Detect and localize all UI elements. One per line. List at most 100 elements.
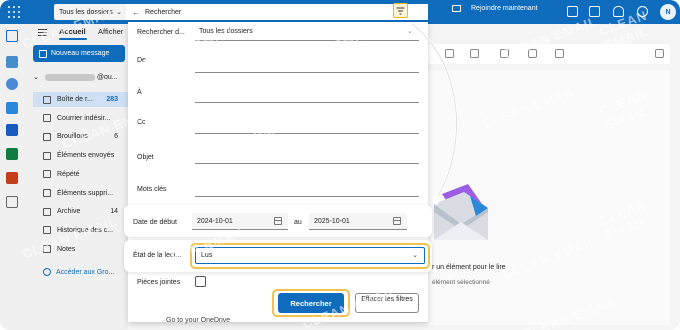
folder-count: 283 xyxy=(106,96,118,103)
archive-icon xyxy=(43,207,51,216)
join-label: Rejoindre maintenant xyxy=(471,5,538,12)
tab-home-underline xyxy=(59,38,87,40)
folder-count: 6 xyxy=(114,133,118,141)
folder-item[interactable]: Boîte de r... 283 xyxy=(33,92,128,107)
search-input[interactable]: ← Rechercher xyxy=(126,4,428,20)
people-icon[interactable] xyxy=(6,78,18,90)
outlook-window: Tous les dossiers ⌄ ← Rechercher Rejoind… xyxy=(0,0,680,330)
join-meeting-button[interactable]: Rejoindre maintenant xyxy=(452,5,538,12)
cc-field[interactable] xyxy=(195,133,419,134)
avatar[interactable]: N xyxy=(660,4,676,20)
cc-label: Cc xyxy=(137,119,146,126)
hamburger-menu-icon[interactable] xyxy=(38,29,47,36)
search-in-select[interactable]: Tous les dossiers xyxy=(199,28,253,35)
reading-pane-message: r un élément pour le lire xyxy=(432,264,506,271)
folder-label: Courrier indésir... xyxy=(57,114,111,122)
gear-icon[interactable] xyxy=(637,6,648,17)
calendar-icon[interactable] xyxy=(274,217,282,225)
mail-icon[interactable] xyxy=(6,30,18,42)
search-button[interactable] xyxy=(412,4,426,18)
groups-icon xyxy=(43,268,51,276)
to-field[interactable] xyxy=(195,102,419,103)
account-header[interactable]: ⌄ @ou... xyxy=(33,73,118,81)
chevron-down-icon: ⌄ xyxy=(412,252,418,259)
folder-label: Éléments suppri... xyxy=(57,189,114,197)
more-options-icon[interactable] xyxy=(655,49,664,58)
date-range-separator: au xyxy=(294,219,302,226)
folder-label: Notes xyxy=(57,245,76,253)
app-launcher-icon[interactable] xyxy=(8,6,20,18)
new-message-label: Nouveau message xyxy=(51,50,110,57)
trash-icon xyxy=(43,189,51,197)
drafts-icon xyxy=(43,132,51,141)
calendar-icon[interactable] xyxy=(393,217,401,225)
app-rail xyxy=(0,24,24,330)
powerpoint-app-icon[interactable] xyxy=(6,172,18,184)
inbox-icon xyxy=(43,95,51,104)
top-bar: Tous les dossiers ⌄ ← Rechercher Rejoind… xyxy=(0,0,680,24)
move-icon[interactable] xyxy=(555,49,564,58)
word-icon[interactable] xyxy=(567,6,578,17)
search-in-label: Rechercher d... xyxy=(137,29,185,36)
excel-app-icon[interactable] xyxy=(6,148,18,160)
reply-icon[interactable] xyxy=(500,49,509,58)
junk-icon xyxy=(43,114,51,123)
access-groups-link[interactable]: Accéder aux Gro... xyxy=(43,268,114,276)
onedrive-link[interactable]: Go to your OneDrive xyxy=(166,317,230,324)
end-date-value: 2025-10-01 xyxy=(314,217,350,225)
back-arrow-icon[interactable]: ← xyxy=(132,8,140,17)
recurring-icon xyxy=(43,170,51,179)
read-state-value: Lus xyxy=(201,252,213,259)
folder-label: Éléments envoyés xyxy=(57,152,115,160)
new-message-button[interactable]: Nouveau message xyxy=(33,45,125,62)
todo-icon[interactable] xyxy=(6,102,18,114)
folder-icon xyxy=(43,226,51,235)
search-placeholder: Rechercher xyxy=(145,8,182,16)
folder-item[interactable]: Courrier indésir... xyxy=(33,111,128,126)
keywords-field[interactable] xyxy=(195,196,419,197)
read-state-label: État de la lect... xyxy=(133,252,182,259)
folder-item[interactable]: Historique des c... xyxy=(33,223,128,238)
keywords-label: Mots clés xyxy=(137,186,167,193)
start-date-field[interactable]: 2024-10-01 xyxy=(192,213,288,230)
subject-label: Objet xyxy=(137,154,154,161)
start-date-value: 2024-10-01 xyxy=(197,217,233,225)
folder-item[interactable]: Archive 14 xyxy=(33,204,128,219)
folder-label: Archive xyxy=(57,208,81,216)
note-icon[interactable] xyxy=(589,6,600,17)
folder-item[interactable]: Répété xyxy=(33,167,128,182)
folder-item[interactable]: Éléments suppri... xyxy=(33,186,128,201)
more-apps-icon[interactable] xyxy=(6,196,18,208)
calendar-icon[interactable] xyxy=(6,56,18,68)
start-date-label: Date de début xyxy=(133,219,177,226)
delete-icon[interactable] xyxy=(445,49,454,58)
word-app-icon[interactable] xyxy=(6,124,18,136)
tab-view[interactable]: Afficher xyxy=(98,27,123,36)
video-icon xyxy=(452,5,461,12)
clear-filters-button[interactable]: Effacer les filtres xyxy=(355,293,419,313)
command-bar xyxy=(428,44,670,64)
tab-home[interactable]: Accueil xyxy=(59,27,86,36)
folder-item[interactable]: Brouillons 6 xyxy=(33,129,128,144)
folder-label: Historique des c... xyxy=(57,226,114,234)
search-icon xyxy=(414,6,424,16)
account-name-redacted xyxy=(44,73,95,81)
search-scope-label: Tous les dossiers xyxy=(59,8,113,16)
chevron-down-icon: ⌄ xyxy=(33,74,39,81)
attachments-checkbox[interactable] xyxy=(195,276,206,287)
search-scope-dropdown[interactable]: Tous les dossiers ⌄ xyxy=(54,4,126,20)
folder-item[interactable]: Éléments envoyés xyxy=(33,148,128,163)
flag-icon[interactable] xyxy=(528,49,537,58)
from-field[interactable] xyxy=(195,72,419,73)
folder-item[interactable]: Notes xyxy=(33,242,128,257)
end-date-field[interactable]: 2025-10-01 xyxy=(309,213,407,230)
read-state-dropdown[interactable]: Lus ⌄ xyxy=(195,247,425,264)
search-submit-button[interactable]: Rechercher xyxy=(278,293,344,313)
archive-icon[interactable] xyxy=(470,49,479,58)
subject-field[interactable] xyxy=(195,163,419,164)
folder-label: Boîte de r... xyxy=(57,96,93,103)
bell-icon[interactable] xyxy=(613,6,624,17)
reading-pane-submessage: élément sélectionné xyxy=(432,279,490,286)
search-filter-button[interactable] xyxy=(393,3,408,18)
compose-icon xyxy=(39,49,47,58)
